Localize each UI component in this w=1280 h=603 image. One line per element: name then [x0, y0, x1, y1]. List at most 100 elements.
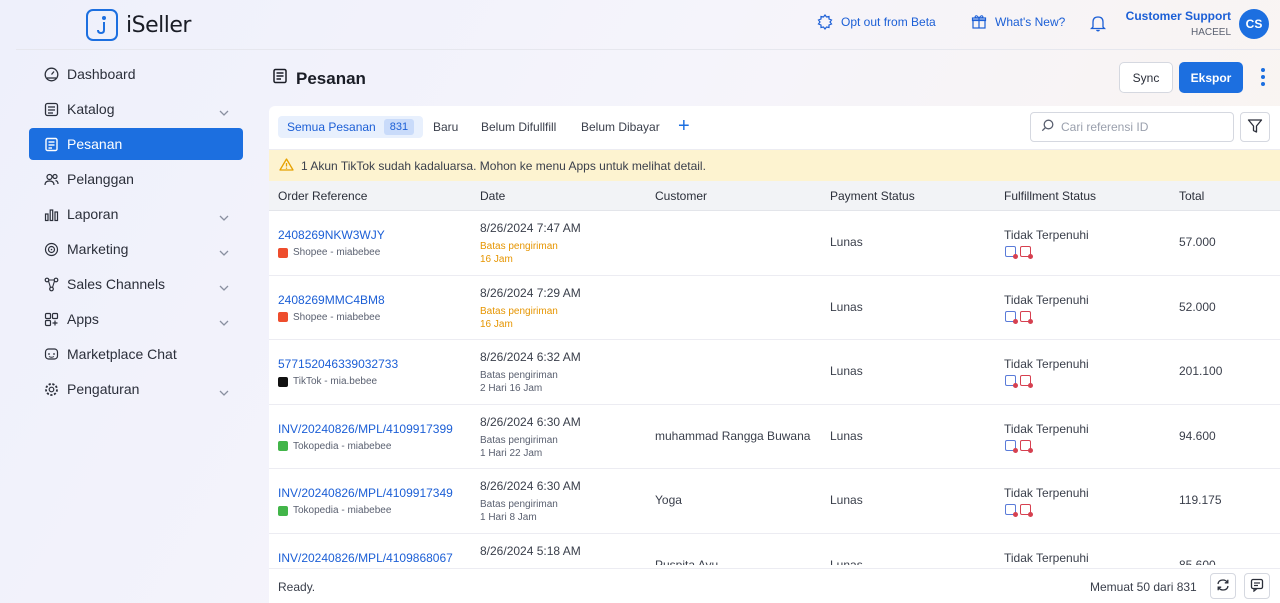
invoice-status-icon[interactable] [1005, 246, 1018, 259]
header-order-reference[interactable]: Order Reference [278, 189, 367, 203]
shipping-deadline-time: 16 Jam [480, 254, 513, 265]
sidebar-item-laporan[interactable]: Laporan [29, 198, 243, 230]
fulfillment-status: Tidak Terpenuhi [1004, 228, 1089, 242]
loaded-count-text: Memuat 50 dari 831 [1090, 580, 1197, 594]
alert-text: 1 Akun TikTok sudah kadaluarsa. Mohon ke… [301, 158, 706, 173]
order-reference-link[interactable]: 577152046339032733 [278, 357, 398, 371]
channel-logo-icon [278, 312, 288, 322]
table-footer: Ready. Memuat 50 dari 831 [269, 568, 1280, 603]
chevron-down-icon [219, 103, 229, 119]
sidebar-item-sales-channels[interactable]: Sales Channels [29, 268, 243, 300]
tab-baru[interactable]: Baru [433, 116, 458, 138]
warning-icon [279, 157, 294, 174]
chevron-down-icon [219, 383, 229, 399]
shipping-deadline-label: Batas pengiriman [480, 370, 558, 381]
order-reference-link[interactable]: INV/20240826/MPL/4109917349 [278, 486, 453, 500]
table-row[interactable]: INV/20240826/MPL/4109868067 8/26/2024 5:1… [269, 534, 1280, 566]
feedback-button[interactable] [1244, 573, 1270, 599]
header-payment-status[interactable]: Payment Status [830, 189, 915, 203]
header-customer[interactable]: Customer [655, 189, 707, 203]
sidebar-item-label: Pelanggan [67, 171, 134, 187]
filter-button[interactable] [1240, 112, 1270, 142]
header-total[interactable]: Total [1179, 189, 1204, 203]
sidebar-item-pesanan[interactable]: Pesanan [29, 128, 243, 160]
customer-support-block[interactable]: Customer Support HACEEL [1126, 9, 1231, 38]
gift-icon [971, 14, 987, 30]
sidebar-item-label: Katalog [67, 101, 115, 117]
sales-channel: Tokopedia - miabebee [278, 441, 391, 452]
reports-icon [43, 206, 59, 222]
invoice-status-icon[interactable] [1005, 310, 1018, 324]
bell-icon[interactable] [1089, 14, 1107, 35]
sidebar-item-marketplace-chat[interactable]: Marketplace Chat [29, 338, 243, 370]
shipping-deadline-time: 1 Hari 22 Jam [480, 447, 543, 459]
shipping-deadline-time: 16 Jam [480, 318, 513, 330]
header-fulfillment-status[interactable]: Fulfillment Status [1004, 189, 1096, 203]
shipping-deadline-label: Batas pengiriman [480, 499, 558, 510]
order-total: 119.175 [1179, 493, 1222, 507]
order-reference-link[interactable]: 2408269MMC4BM8 [278, 293, 385, 307]
shipping-label-status-icon[interactable] [1020, 310, 1033, 324]
tab-belum-dibayar[interactable]: Belum Dibayar [581, 116, 660, 138]
table-row[interactable]: 2408269MMC4BM8 Shopee - miabebee 8/26/2024… [269, 276, 1280, 340]
shipping-label-status-icon[interactable] [1020, 504, 1033, 517]
message-icon [1250, 578, 1264, 595]
more-options-icon[interactable] [1258, 68, 1268, 88]
sidebar-item-katalog[interactable]: Katalog [29, 93, 243, 125]
fulfillment-status: Tidak Terpenuhi [1004, 292, 1089, 307]
whats-new-link[interactable]: What's New? [971, 14, 1065, 30]
order-date: 8/26/2024 7:47 AM [480, 221, 581, 235]
sidebar-item-apps[interactable]: Apps [29, 303, 243, 335]
header-date[interactable]: Date [480, 189, 505, 203]
shipping-label-status-icon[interactable] [1020, 246, 1033, 259]
invoice-status-icon[interactable] [1005, 504, 1018, 517]
order-date: 8/26/2024 6:30 AM [480, 414, 581, 429]
order-total: 52.000 [1179, 299, 1216, 314]
sidebar-item-label: Pesanan [67, 136, 123, 152]
logo[interactable]: iSeller [86, 9, 191, 41]
dashboard-icon [43, 66, 59, 82]
sidebar-item-pengaturan[interactable]: Pengaturan [29, 373, 243, 405]
order-reference-link[interactable]: INV/20240826/MPL/4109868067 [278, 551, 453, 565]
order-total: 201.100 [1179, 364, 1223, 378]
order-reference-link[interactable]: INV/20240826/MPL/4109917399 [278, 422, 453, 436]
refresh-button[interactable] [1210, 573, 1236, 599]
add-tab-icon[interactable]: + [678, 116, 694, 138]
customers-icon [43, 171, 59, 187]
tab-semua-pesanan[interactable]: Semua Pesanan 831 [278, 116, 424, 138]
table-row[interactable]: INV/20240826/MPL/4109917349 Tokopedia - m… [269, 469, 1280, 534]
export-button[interactable]: Ekspor [1179, 62, 1243, 93]
order-reference-link[interactable]: 2408269NKW3WJY [278, 228, 385, 242]
invoice-status-icon[interactable] [1005, 375, 1018, 388]
sidebar-item-label: Dashboard [67, 66, 136, 82]
shipping-deadline: Batas pengiriman 16 Jam [480, 305, 558, 331]
customer-name: muhammad Rangga Buwana [655, 428, 811, 443]
sidebar-item-dashboard[interactable]: Dashboard [29, 58, 243, 90]
shipping-deadline-label: Batas pengiriman [480, 305, 558, 317]
avatar[interactable]: CS [1239, 9, 1269, 39]
shipping-label-status-icon[interactable] [1020, 439, 1033, 453]
beta-icon [817, 14, 833, 30]
channel-name: Shopee - miabebee [293, 247, 381, 258]
shipping-label-status-icon[interactable] [1020, 375, 1033, 388]
order-total: 94.600 [1179, 428, 1216, 443]
payment-status: Lunas [830, 235, 863, 249]
search-input[interactable] [1061, 120, 1221, 134]
sidebar-item-marketing[interactable]: Marketing [29, 233, 243, 265]
sidebar-item-pelanggan[interactable]: Pelanggan [29, 163, 243, 195]
payment-status: Lunas [830, 364, 863, 378]
customer-name: Puspita Ayu [655, 557, 719, 566]
tab-belum-difullfill[interactable]: Belum Difullfill [481, 116, 556, 138]
opt-out-beta-link[interactable]: Opt out from Beta [817, 14, 936, 30]
table-row[interactable]: INV/20240826/MPL/4109917399 Tokopedia - m… [269, 405, 1280, 469]
sales-channel: Tokopedia - miabebee [278, 505, 391, 516]
channel-name: Shopee - miabebee [293, 311, 381, 323]
table-row[interactable]: 2408269NKW3WJY Shopee - miabebee 8/26/2024… [269, 211, 1280, 276]
sync-button[interactable]: Sync [1119, 62, 1173, 93]
table-row[interactable]: 577152046339032733 TikTok - mia.bebee 8/26… [269, 340, 1280, 405]
invoice-status-icon[interactable] [1005, 439, 1018, 453]
catalog-icon [43, 101, 59, 117]
channel-logo-icon [278, 247, 288, 258]
page-title-text: Pesanan [296, 68, 366, 88]
top-divider [16, 49, 1280, 50]
